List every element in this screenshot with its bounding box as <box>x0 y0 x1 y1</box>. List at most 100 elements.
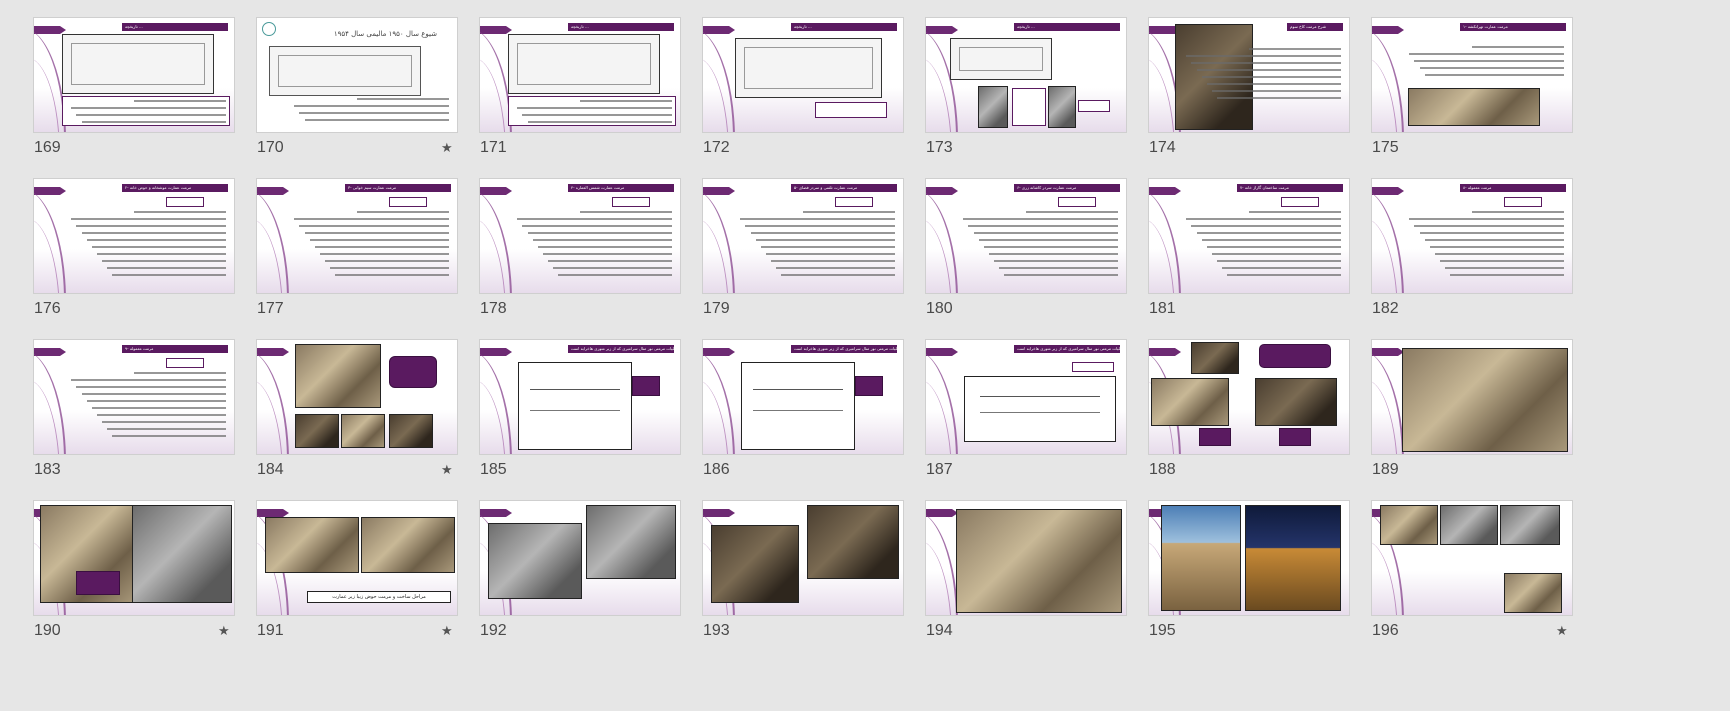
slide-photo <box>389 414 433 448</box>
slide-thumbnail[interactable]: شرح مرمت کاخ سوم <box>1149 18 1349 132</box>
slide-text-lines <box>1396 46 1564 81</box>
slide-thumbnail[interactable] <box>1149 340 1349 454</box>
slide-thumbnail-cell[interactable]: 188 <box>1115 322 1349 492</box>
slide-subtitle-box <box>1504 197 1542 207</box>
slide-thumbnail-cell[interactable]: 184 ★ <box>223 322 457 492</box>
slide-photo <box>1191 342 1239 374</box>
slide-thumbnail[interactable]: ۷- مرمت ساختمان گاراژ خانه <box>1149 179 1349 293</box>
slide-thumbnail-cell[interactable]: 189 <box>1338 322 1572 492</box>
slide-thumbnail[interactable]: ۱- مرمت عمارت تهرانکشه <box>1372 18 1572 132</box>
slide-number: 176 <box>34 300 61 317</box>
slide-thumbnail[interactable]: تاریخچه ... <box>34 18 234 132</box>
slide-thumbnail-cell[interactable]: شیوع سال ۱۹۵۰ مالیمی سال ۱۹۵۴ 170 ★ <box>223 0 457 170</box>
slide-accent-tab <box>926 26 958 34</box>
slide-photo <box>807 505 899 579</box>
slide-thumbnail-cell[interactable]: 196 ★ <box>1338 483 1572 653</box>
slide-number: 184 <box>257 461 284 478</box>
slide-thumbnail-cell[interactable]: ۹- مرمت معموله 183 <box>0 322 234 492</box>
slide-accent-tab <box>480 26 512 34</box>
slide-thumbnail[interactable]: ۴- مرمت عمارت شمس العماره <box>480 179 680 293</box>
slide-photo <box>1440 505 1498 545</box>
slide-thumbnail-cell[interactable]: عملیات مرمتی نور منال سرامیری که از زیر … <box>669 322 903 492</box>
slide-number: 181 <box>1149 300 1176 317</box>
slide-thumbnail[interactable]: تاریخچه ... <box>703 18 903 132</box>
slide-thumbnail-cell[interactable]: 194 <box>892 483 1126 653</box>
slide-accent-tab <box>703 509 735 517</box>
slide-thumbnail-cell[interactable]: 192 <box>446 483 680 653</box>
slide-accent-tab <box>703 348 735 356</box>
slide-thumbnail-cell[interactable]: تاریخچه ... 171 <box>446 0 680 170</box>
slide-caption: مراحل ساخت و مرمت حوض زیبا زیر عمارت <box>307 591 451 603</box>
slide-thumbnail[interactable] <box>34 501 234 615</box>
slide-thumbnail-cell[interactable]: عملیات مرمتی نور منال سرامیری که از زیر … <box>892 322 1126 492</box>
slide-accent-tab <box>34 187 66 195</box>
slide-thumbnail[interactable]: ۲- مرمت عمارت موشخانه و حوض خانه <box>34 179 234 293</box>
slide-thumbnail[interactable]: ۵- مرمت عمارت تلفنی و سردر فضای <box>703 179 903 293</box>
slide-thumbnail[interactable] <box>257 340 457 454</box>
slide-thumbnail-cell[interactable]: ۷- مرمت ساختمان گاراژ خانه 181 <box>1115 161 1349 331</box>
slide-thumbnail-cell[interactable]: ۱- مرمت عمارت تهرانکشه 175 <box>1338 0 1572 170</box>
slide-thumbnail[interactable] <box>1372 340 1572 454</box>
slide-thumbnail[interactable] <box>480 501 680 615</box>
slide-thumbnail-cell[interactable]: ۵- مرمت عمارت تلفنی و سردر فضای 179 <box>669 161 903 331</box>
slide-title-bar: تاریخچه ... <box>122 23 228 31</box>
slide-photo <box>1048 86 1076 128</box>
slide-accent-tab <box>926 509 958 517</box>
slide-thumbnail[interactable]: ۸- مرمت معموله <box>1372 179 1572 293</box>
slide-number: 191 <box>257 622 284 639</box>
slide-thumbnail-cell[interactable]: ۸- مرمت معموله 182 <box>1338 161 1572 331</box>
slide-thumbnail-cell[interactable]: 190 ★ <box>0 483 234 653</box>
slide-thumbnail-cell[interactable]: ۴- مرمت عمارت شمس العماره 178 <box>446 161 680 331</box>
slide-thumbnail[interactable]: تاریخچه ... <box>926 18 1126 132</box>
slide-thumbnail-cell[interactable]: عملیات مرمتی نور منال سرامیری که از زیر … <box>446 322 680 492</box>
slide-heading: شیوع سال ۱۹۵۰ مالیمی سال ۱۹۵۴ <box>333 30 437 38</box>
slide-accent-tab <box>257 509 289 517</box>
slide-thumbnail-cell[interactable]: 195 <box>1115 483 1349 653</box>
slide-photo <box>488 523 582 599</box>
slide-photo <box>361 517 455 573</box>
slide-thumbnail[interactable]: شیوع سال ۱۹۵۰ مالیمی سال ۱۹۵۴ <box>257 18 457 132</box>
slide-text-lines <box>1173 211 1341 281</box>
slide-thumbnail[interactable] <box>703 501 903 615</box>
slide-number: 174 <box>1149 139 1176 156</box>
slide-text-lines <box>58 372 226 442</box>
slide-photo <box>1161 505 1241 611</box>
slide-subtitle-box <box>389 197 427 207</box>
slide-thumbnail[interactable] <box>1372 501 1572 615</box>
slide-thumbnail[interactable] <box>1149 501 1349 615</box>
slide-thumbnail-cell[interactable]: ۳- مرمت عمارت سیم خوابی 177 <box>223 161 457 331</box>
slide-accent-tab <box>1149 26 1181 34</box>
slide-photo <box>1255 378 1337 426</box>
slide-title-bar: تاریخچه ... <box>568 23 674 31</box>
slide-accent-tab <box>480 187 512 195</box>
slide-thumbnail-cell[interactable]: 193 <box>669 483 903 653</box>
slide-accent-tab <box>703 26 735 34</box>
slide-title-bar: ۶- مرمت عمارت سردر کاشانه زری <box>1014 184 1120 192</box>
slide-thumbnail-cell[interactable]: شرح مرمت کاخ سوم 174 <box>1115 0 1349 170</box>
slide-photo <box>1380 505 1438 545</box>
slide-thumbnail[interactable]: عملیات مرمتی نور منال سرامیری که از زیر … <box>480 340 680 454</box>
slide-thumbnail-cell[interactable]: تاریخچه ... 172 <box>669 0 903 170</box>
slide-thumbnail-cell[interactable]: تاریخچه ... 173 <box>892 0 1126 170</box>
slide-thumbnail[interactable] <box>926 501 1126 615</box>
slide-thumbnail-cell[interactable]: ۶- مرمت عمارت سردر کاشانه زری 180 <box>892 161 1126 331</box>
slide-number: 172 <box>703 139 730 156</box>
slide-thumbnail[interactable]: تاریخچه ... <box>480 18 680 132</box>
slide-thumbnail[interactable]: عملیات مرمتی نور منال سرامیری که از زیر … <box>703 340 903 454</box>
slide-thumbnail-cell[interactable]: ۲- مرمت عمارت موشخانه و حوض خانه 176 <box>0 161 234 331</box>
star-icon[interactable]: ★ <box>1556 624 1568 639</box>
slide-thumbnail-cell[interactable]: مراحل ساخت و مرمت حوض زیبا زیر عمارت 191 ★ <box>223 483 457 653</box>
slide-text-lines <box>950 211 1118 281</box>
slide-thumbnail[interactable]: مراحل ساخت و مرمت حوض زیبا زیر عمارت <box>257 501 457 615</box>
slide-accent-tab <box>926 187 958 195</box>
slide-number: 196 <box>1372 622 1399 639</box>
slide-thumbnail[interactable]: ۳- مرمت عمارت سیم خوابی <box>257 179 457 293</box>
slide-thumbnail-cell[interactable]: تاریخچه ... 169 <box>0 0 234 170</box>
slide-thumbnail[interactable]: ۹- مرمت معموله <box>34 340 234 454</box>
slide-title-bar: عملیات مرمتی نور منال سرامیری که از زیر … <box>568 345 674 353</box>
slide-thumbnail[interactable]: عملیات مرمتی نور منال سرامیری که از زیر … <box>926 340 1126 454</box>
slide-subtitle-box <box>612 197 650 207</box>
slide-thumbnail[interactable]: ۶- مرمت عمارت سردر کاشانه زری <box>926 179 1126 293</box>
slide-title-bar: تاریخچه ... <box>1014 23 1120 31</box>
slide-accent-tab <box>480 348 512 356</box>
